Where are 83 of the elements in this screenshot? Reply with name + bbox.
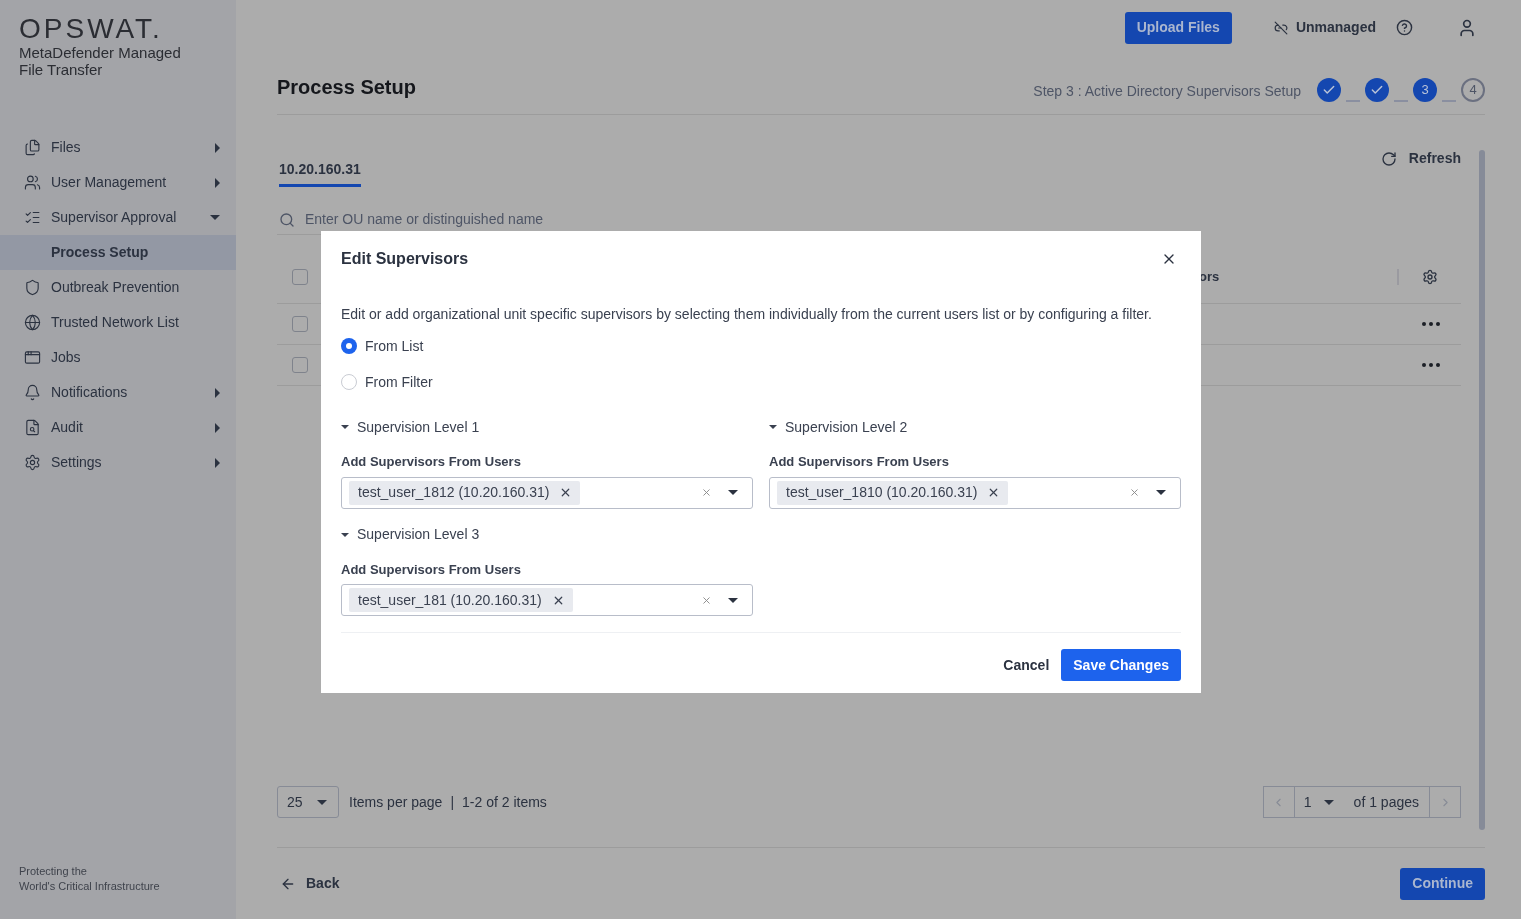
radio-option[interactable]: From List (341, 336, 1181, 356)
dropdown-caret-icon (1156, 490, 1166, 495)
sidebar-item[interactable]: Files (0, 130, 236, 165)
dialog-description: Edit or add organizational unit specific supervisors by selecting them individually from the current users list or by configuring a filter. (341, 305, 1153, 324)
sidebar-item[interactable]: Trusted Network List (0, 305, 236, 340)
user-tag: test_user_1810 (10.20.160.31) (777, 480, 1009, 505)
sidebar-item[interactable]: Audit (0, 410, 236, 445)
broken-link-icon (1273, 20, 1288, 35)
menu-icon (24, 314, 41, 331)
level-toggle[interactable]: Supervision Level 2 (769, 417, 1181, 437)
sidebar-item[interactable]: Notifications (0, 375, 236, 410)
menu-icon (24, 454, 41, 471)
search-icon (279, 211, 295, 228)
clear-icon[interactable] (701, 594, 712, 606)
sidebar-item[interactable]: User Management (0, 165, 236, 200)
per-page-label: Items per page (349, 792, 443, 812)
field-label: Add Supervisors From Users (769, 453, 950, 471)
multi-select-field[interactable]: test_user_1810 (10.20.160.31) (769, 476, 1181, 509)
back-button[interactable]: Back (280, 873, 340, 894)
continue-button[interactable]: Continue (1400, 867, 1485, 900)
caret-icon (215, 142, 220, 153)
menu-icon (24, 349, 41, 366)
separator: | (450, 792, 455, 812)
level-toggle[interactable]: Supervision Level 1 (341, 417, 753, 437)
radio-button[interactable] (341, 338, 357, 354)
refresh-icon (1380, 150, 1397, 167)
caret-icon (316, 799, 327, 805)
checkbox[interactable] (291, 316, 308, 332)
tagline: Protecting the World's Critical Infrastructure (18, 864, 161, 894)
menu-icon (24, 279, 41, 296)
caret-icon (215, 457, 220, 468)
step-label: Step 3 : Active Directory Supervisors Setup (1033, 82, 1301, 101)
page-select[interactable]: 1 (1294, 787, 1334, 817)
level-toggle[interactable]: Supervision Level 3 (341, 524, 753, 545)
caret-icon (210, 215, 220, 220)
menu-icon (24, 139, 41, 156)
cancel-button[interactable]: Cancel (1003, 654, 1050, 676)
more-icon[interactable] (1422, 322, 1440, 326)
tab[interactable]: 10.20.160.31 (279, 159, 361, 187)
status-link[interactable]: Unmanaged (1273, 17, 1376, 38)
caret-icon (215, 177, 220, 188)
caret-icon (341, 425, 349, 429)
more-icon[interactable] (1422, 363, 1440, 367)
radio-option[interactable]: From Filter (341, 372, 1181, 392)
sidebar-subitem[interactable]: Process Setup (0, 235, 236, 270)
caret-icon (341, 532, 349, 537)
page-count: of 1 pages (1352, 792, 1420, 812)
sidebar-item[interactable]: Outbreak Prevention (0, 270, 236, 305)
field-label: Add Supervisors From Users (341, 453, 522, 471)
dropdown-caret-icon (728, 597, 738, 603)
field-label: Add Supervisors From Users (341, 560, 522, 579)
user-tag: test_user_1812 (10.20.160.31) (349, 480, 581, 505)
items-range: 1-2 of 2 items (462, 792, 547, 812)
menu-icon (24, 174, 41, 191)
user-icon[interactable] (1457, 17, 1477, 38)
caret-icon (215, 422, 220, 433)
help-icon[interactable] (1396, 19, 1413, 36)
page-title: Process Setup (277, 75, 417, 100)
clear-icon[interactable] (1129, 487, 1140, 498)
caret-icon (769, 425, 777, 429)
dialog-title: Edit Supervisors (341, 249, 469, 269)
sidebar-item[interactable]: Supervisor Approval (0, 200, 236, 235)
multi-select-field[interactable]: test_user_1812 (10.20.160.31) (341, 476, 753, 509)
clear-icon[interactable] (701, 487, 712, 498)
caret-icon (1323, 799, 1334, 805)
multi-select-field[interactable]: test_user_181 (10.20.160.31) (341, 584, 753, 616)
per-page-select[interactable]: 25 (277, 786, 339, 818)
save-changes-button[interactable]: Save Changes (1061, 649, 1181, 681)
checkbox[interactable] (291, 357, 308, 373)
dropdown-caret-icon (728, 490, 738, 495)
checkbox[interactable] (291, 268, 308, 285)
user-tag: test_user_181 (10.20.160.31) (349, 588, 573, 612)
settings-icon[interactable] (1422, 268, 1438, 285)
sidebar-item[interactable]: Settings (0, 445, 236, 480)
menu-icon (24, 419, 41, 436)
menu-icon (24, 384, 41, 401)
caret-icon (215, 387, 220, 398)
refresh-button[interactable]: Refresh (1380, 148, 1461, 169)
sidebar-item[interactable]: Jobs (0, 340, 236, 375)
menu-icon (24, 209, 41, 226)
product-name: MetaDefender Managed File Transfer (19, 44, 182, 78)
logo: OPSWAT. (19, 14, 164, 44)
upload-files-button[interactable]: Upload Files (1124, 11, 1232, 44)
